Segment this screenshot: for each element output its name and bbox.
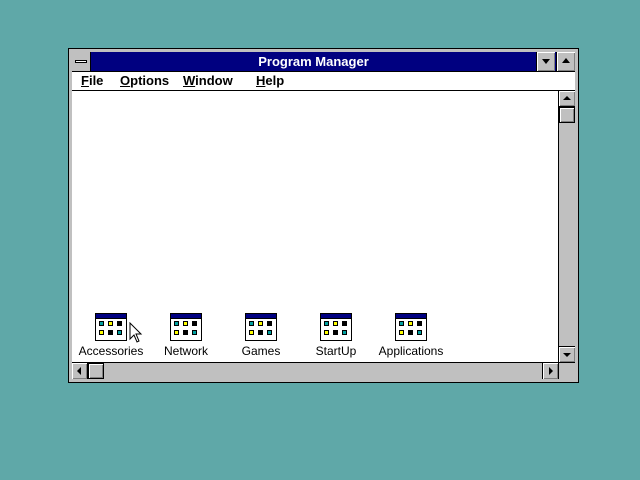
minimize-button[interactable] xyxy=(536,52,555,71)
arrow-right-icon xyxy=(549,367,553,375)
program-group-icon xyxy=(170,313,202,341)
menu-options-accel: O xyxy=(120,73,131,88)
group-applications[interactable]: Applications xyxy=(375,313,447,363)
program-group-icon xyxy=(320,313,352,341)
arrow-down-icon xyxy=(563,353,571,357)
mouse-pointer-icon xyxy=(129,322,143,343)
group-label: Network xyxy=(163,344,208,358)
minimize-icon xyxy=(542,59,550,64)
program-group-icon xyxy=(245,313,277,341)
title-bar[interactable]: Program Manager xyxy=(72,52,575,72)
menu-options[interactable]: Options xyxy=(120,72,169,90)
client-area: Accessories Network Games StartUp Applic… xyxy=(72,91,575,379)
program-group-icon xyxy=(395,313,427,341)
menu-window-label: indow xyxy=(195,73,233,88)
arrow-up-icon xyxy=(563,96,571,100)
menu-bar: File Options Window Help xyxy=(72,72,575,91)
group-games[interactable]: Games xyxy=(225,313,297,363)
group-label: StartUp xyxy=(315,344,357,358)
horizontal-scrollbar[interactable] xyxy=(72,362,558,379)
scroll-left-button[interactable] xyxy=(72,363,88,379)
maximize-button[interactable] xyxy=(556,52,575,71)
scroll-right-button[interactable] xyxy=(542,363,558,379)
group-label: Accessories xyxy=(78,344,144,358)
scroll-down-button[interactable] xyxy=(559,346,575,362)
horizontal-scroll-thumb[interactable] xyxy=(88,363,104,379)
system-menu-button[interactable] xyxy=(72,52,91,71)
arrow-left-icon xyxy=(77,367,81,375)
group-startup[interactable]: StartUp xyxy=(300,313,372,363)
menu-file-accel: F xyxy=(81,73,89,88)
window-title: Program Manager xyxy=(258,54,369,69)
group-label: Games xyxy=(241,344,281,358)
program-manager-window[interactable]: Program Manager File Options Window Help xyxy=(68,48,579,383)
menu-help-accel: H xyxy=(256,73,266,88)
menu-file-label: ile xyxy=(88,73,104,88)
system-menu-icon xyxy=(75,60,87,63)
maximize-icon xyxy=(562,58,570,63)
menu-help-label: elp xyxy=(265,73,285,88)
vertical-scrollbar[interactable] xyxy=(558,91,575,362)
group-network[interactable]: Network xyxy=(150,313,222,363)
menu-options-label: ptions xyxy=(130,73,170,88)
menu-window[interactable]: Window xyxy=(183,72,233,90)
scrollbar-corner xyxy=(558,362,575,379)
scroll-up-button[interactable] xyxy=(559,91,575,107)
menu-help[interactable]: Help xyxy=(256,72,284,90)
vertical-scroll-thumb[interactable] xyxy=(559,107,575,123)
menu-window-accel: W xyxy=(183,73,196,88)
menu-file[interactable]: File xyxy=(81,72,103,90)
program-group-icon xyxy=(95,313,127,341)
group-label: Applications xyxy=(378,344,444,358)
